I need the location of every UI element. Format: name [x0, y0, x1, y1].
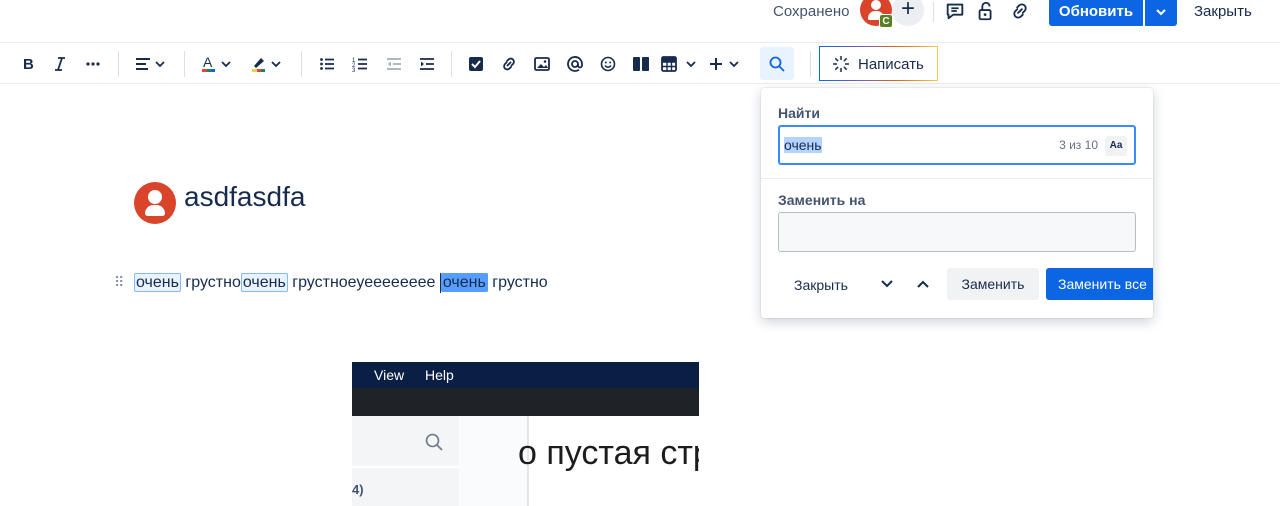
more-formatting-button[interactable] — [81, 51, 105, 77]
italic-icon — [55, 57, 65, 71]
highlighter-icon — [252, 58, 281, 72]
next-match-button[interactable] — [880, 277, 894, 296]
divider — [118, 51, 119, 77]
bold-button[interactable]: B — [16, 51, 40, 77]
replace-input[interactable] — [778, 212, 1136, 252]
svg-text:3: 3 — [352, 68, 356, 72]
numbered-list-button[interactable]: 123 — [349, 51, 371, 77]
find-replace-panel: Найти очень 3 из 10 Aa Заменить на Закры… — [761, 88, 1153, 318]
insert-link-button[interactable] — [498, 51, 520, 77]
numbered-list-icon: 123 — [352, 58, 367, 72]
sparkle-icon — [833, 56, 849, 72]
close-editor-button[interactable]: Закрыть — [1194, 3, 1252, 20]
emoji-button[interactable] — [597, 51, 619, 77]
indent-icon — [420, 58, 434, 70]
replace-all-button[interactable]: Заменить все — [1046, 268, 1153, 300]
search-match: очень — [134, 273, 181, 292]
find-label: Найти — [778, 105, 820, 121]
find-replace-button[interactable] — [760, 47, 794, 80]
paragraph[interactable]: очень грустно очень грустноеуееееееее оче… — [134, 272, 548, 294]
columns-icon — [633, 57, 649, 71]
svg-text:B: B — [23, 56, 34, 72]
bold-icon: B — [23, 56, 34, 72]
alignment-button[interactable] — [134, 51, 168, 77]
divider — [761, 178, 1153, 179]
link-icon[interactable] — [1009, 0, 1033, 24]
embedded-toolbar — [352, 388, 699, 416]
comment-icon[interactable] — [944, 0, 968, 24]
replace-button[interactable]: Заменить — [947, 268, 1039, 300]
divider — [301, 51, 302, 77]
replace-label: Заменить на — [778, 192, 866, 208]
avatar-initial-badge: C — [879, 14, 893, 28]
search-icon — [769, 56, 785, 72]
page-icon-avatar — [134, 182, 176, 224]
match-case-toggle[interactable]: Aa — [1105, 136, 1127, 156]
task-button[interactable] — [465, 51, 487, 77]
text-color-button[interactable]: A — [200, 51, 236, 77]
ai-write-button[interactable]: Написать — [819, 46, 938, 81]
embedded-search-box — [352, 416, 459, 468]
page-title[interactable]: asdfasdfa — [184, 181, 305, 213]
bullet-list-button[interactable] — [316, 51, 338, 77]
align-left-icon — [136, 58, 165, 70]
embedded-menu-help: Help — [425, 367, 454, 383]
current-search-match: очень — [440, 273, 488, 292]
svg-text:A: A — [203, 55, 213, 70]
chevron-up-icon — [917, 280, 929, 288]
outdent-button[interactable] — [383, 51, 405, 77]
divider — [810, 51, 811, 77]
divider — [451, 51, 452, 77]
highlight-color-button[interactable] — [250, 51, 286, 77]
at-icon — [567, 56, 583, 72]
bullet-list-icon — [320, 58, 334, 70]
unlock-icon[interactable] — [975, 0, 999, 24]
link-icon — [503, 57, 515, 71]
layout-button[interactable] — [630, 51, 652, 77]
close-find-button[interactable]: Закрыть — [794, 277, 848, 293]
emoji-icon — [600, 56, 616, 72]
editor-toolbar: B A 123 Написать — [0, 42, 1280, 84]
paragraph-text: грустно — [180, 274, 241, 291]
embedded-menubar: View Help — [352, 362, 699, 388]
divider — [184, 51, 185, 77]
paragraph-text: грустно — [487, 274, 548, 291]
paragraph-text: грустноеуееееееее — [287, 274, 440, 291]
outdent-icon — [387, 58, 401, 70]
match-count: 3 из 10 — [1059, 138, 1098, 152]
more-icon — [86, 62, 100, 66]
table-button[interactable] — [661, 51, 699, 77]
search-match: очень — [240, 273, 288, 292]
image-icon — [534, 57, 550, 71]
update-options-button[interactable] — [1145, 0, 1177, 26]
mention-button[interactable] — [564, 51, 586, 77]
chevron-down-icon — [1156, 9, 1166, 16]
embedded-side-text: 4) — [352, 482, 364, 497]
embedded-menu-view: View — [374, 367, 405, 383]
find-input[interactable]: очень 3 из 10 Aa — [778, 125, 1136, 165]
text-color-icon: A — [202, 55, 231, 72]
insert-more-button[interactable] — [708, 51, 742, 77]
plus-icon — [710, 58, 739, 70]
find-input-value: очень — [784, 137, 822, 153]
save-status: Сохранено — [773, 3, 850, 20]
ai-write-label: Написать — [858, 56, 924, 73]
chevron-down-icon — [881, 280, 893, 288]
drag-handle-icon[interactable]: ⠿ — [114, 274, 124, 291]
update-button[interactable]: Обновить — [1049, 0, 1143, 26]
checkbox-icon — [469, 57, 483, 71]
add-collaborator-button[interactable]: + — [892, 0, 924, 26]
indent-button[interactable] — [416, 51, 438, 77]
insert-image-button[interactable] — [531, 51, 553, 77]
search-icon — [425, 433, 443, 451]
previous-match-button[interactable] — [916, 277, 930, 296]
top-bar: Сохранено C + Обновить Закрыть — [0, 0, 1280, 42]
italic-button[interactable] — [48, 51, 72, 77]
embedded-heading: о пустая стр — [518, 434, 699, 472]
divider — [933, 2, 934, 22]
embedded-image[interactable]: View Help о пустая стр 4) — [352, 362, 699, 506]
table-icon — [661, 56, 696, 72]
